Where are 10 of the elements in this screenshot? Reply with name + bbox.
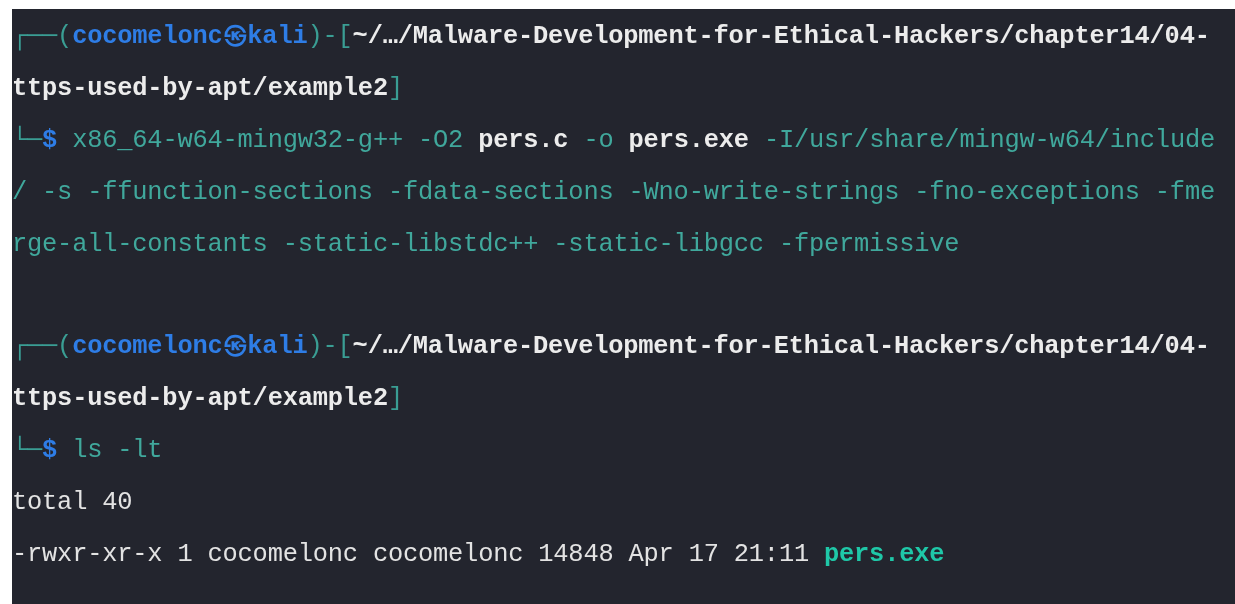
terminal-line: ┌──(cocomelonc㉿kali)-[~/…/Malware-Development-for-Ethical-Hackers/chapter14/04-	[12, 331, 1210, 363]
terminal-line: rge-all-constants -static-libstdc++ -static-libgcc -fpermissive	[12, 229, 960, 261]
terminal-line: ttps-used-by-apt/example2]	[12, 383, 403, 415]
terminal-line: ┌──(cocomelonc㉿kali)-[~/…/Malware-Development-for-Ethical-Hackers/chapter14/04-	[12, 21, 1210, 53]
terminal-line: -rwxr-xr-x 1 cocomelonc cocomelonc 14848 Apr 17 21:11 pers.exe	[12, 539, 945, 571]
terminal-line: total 40	[12, 487, 133, 519]
terminal-line: ttps-used-by-apt/example2]	[12, 73, 403, 105]
terminal-line: / -s -ffunction-sections -fdata-sections -Wno-write-strings -fno-exceptions -fme	[12, 177, 1215, 209]
terminal-line: └─$ x86_64-w64-mingw32-g++ -O2 pers.c -o pers.exe -I/usr/share/mingw-w64/include	[12, 124, 1215, 157]
terminal-line: └─$ ls -lt	[12, 434, 163, 467]
